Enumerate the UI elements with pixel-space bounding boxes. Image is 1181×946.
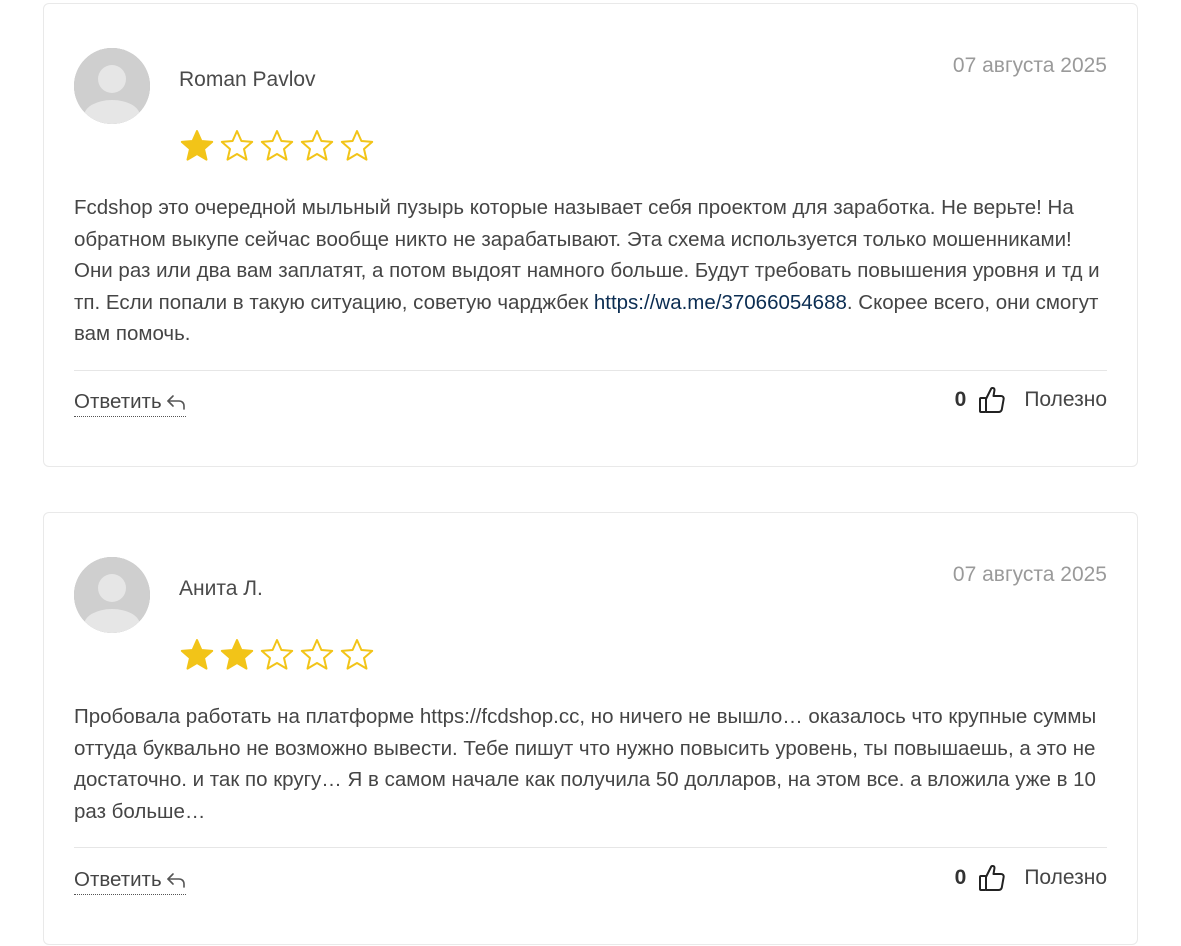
user-avatar-icon: [74, 557, 150, 633]
review-author: Roman Pavlov: [179, 68, 316, 91]
reply-arrow-icon: [166, 395, 185, 410]
star-empty-icon: [300, 639, 334, 670]
reply-button[interactable]: Ответить: [74, 390, 186, 417]
star-empty-icon: [260, 639, 294, 670]
reply-label: Ответить: [74, 868, 162, 891]
star-filled-icon: [220, 639, 254, 670]
helpful-section: 0 Полезно: [955, 385, 1107, 415]
review-card: Roman Pavlov 07 августа 2025 Fcdshop это…: [43, 3, 1138, 467]
star-empty-icon: [220, 130, 254, 161]
helpful-count: 0: [954, 866, 967, 889]
review-date: 07 августа 2025: [952, 54, 1107, 77]
divider: [74, 847, 1107, 848]
reply-button[interactable]: Ответить: [74, 868, 186, 895]
review-date: 07 августа 2025: [952, 563, 1107, 586]
star-empty-icon: [340, 130, 374, 161]
helpful-button[interactable]: Полезно: [1024, 866, 1107, 890]
review-text: Fcdshop это очередной мыльный пузырь кот…: [74, 192, 1107, 350]
user-avatar-icon: [74, 48, 150, 124]
review-text: Пробовала работать на платформе https://…: [74, 705, 1097, 823]
star-filled-icon: [180, 639, 214, 670]
star-rating: [179, 637, 375, 673]
reply-arrow-icon: [166, 873, 185, 888]
avatar: [74, 557, 150, 633]
reply-label: Ответить: [74, 390, 162, 413]
review-author: Анита Л.: [179, 577, 263, 600]
review-card: Анита Л. 07 августа 2025 Пробовала работ…: [43, 512, 1138, 945]
star-filled-icon: [180, 130, 214, 161]
star-empty-icon: [300, 130, 334, 161]
avatar: [74, 48, 150, 124]
helpful-count: 0: [954, 388, 967, 411]
review-link[interactable]: https://wa.me/37066054688: [594, 291, 847, 314]
divider: [74, 370, 1107, 371]
helpful-button[interactable]: Полезно: [1024, 388, 1107, 412]
star-rating: [179, 128, 375, 164]
star-empty-icon: [340, 639, 374, 670]
helpful-section: 0 Полезно: [955, 863, 1107, 893]
thumbs-up-icon[interactable]: [978, 863, 1006, 893]
thumbs-up-icon[interactable]: [978, 385, 1006, 415]
star-empty-icon: [260, 130, 294, 161]
